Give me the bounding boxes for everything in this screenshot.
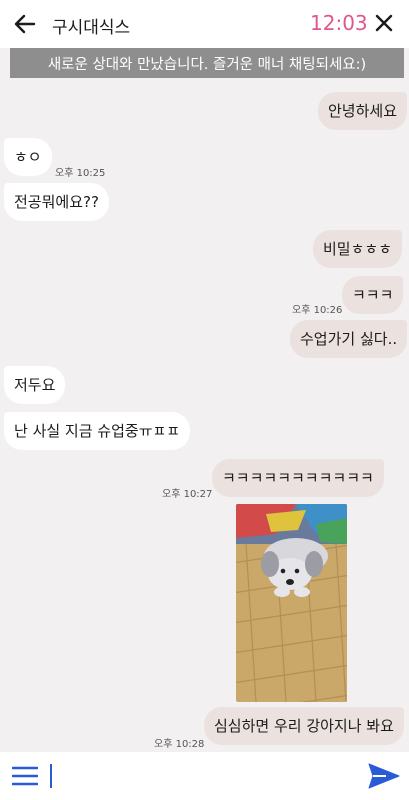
message-out: 심심하면 우리 강아지나 봐요: [204, 707, 404, 745]
dog-photo[interactable]: [236, 504, 347, 702]
message-time: 오후 10:27: [162, 489, 213, 500]
message-in: 전공뭐에요??: [4, 183, 109, 221]
send-icon[interactable]: [368, 762, 400, 790]
message-time: 오후 10:25: [55, 168, 106, 179]
message-out: 비밀ㅎㅎㅎ: [313, 230, 403, 268]
chat-title: 구시대식스: [52, 18, 131, 38]
message-out: ㅋㅋㅋㅋㅋㅋㅋㅋㅋㅋㅋ: [212, 459, 384, 497]
hamburger-menu-icon[interactable]: [12, 766, 38, 786]
message-in: ㅎㅇ: [4, 138, 52, 176]
message-time: 오후 10:28: [154, 739, 205, 750]
message-input[interactable]: [50, 764, 52, 788]
message-out: 수업가기 싫다..: [290, 320, 408, 358]
close-icon[interactable]: [374, 13, 394, 33]
composer-bar: [0, 752, 409, 800]
message-time: 오후 10:26: [292, 305, 343, 316]
message-out: 안녕하세요: [318, 92, 408, 130]
system-banner: 새로운 상대와 만났습니다. 즐거운 매너 채팅되세요:): [10, 48, 404, 78]
message-out: ㅋㅋㅋ: [342, 276, 404, 314]
dog-photo-image: [236, 504, 347, 702]
top-bar: 구시대식스 12:03: [0, 0, 409, 48]
message-in: 저두요: [4, 366, 66, 404]
message-in: 난 사실 지금 슈업중ㅠㅍㅍ: [4, 412, 191, 450]
timer: 12:03: [310, 11, 368, 35]
back-arrow-icon[interactable]: [12, 11, 38, 37]
